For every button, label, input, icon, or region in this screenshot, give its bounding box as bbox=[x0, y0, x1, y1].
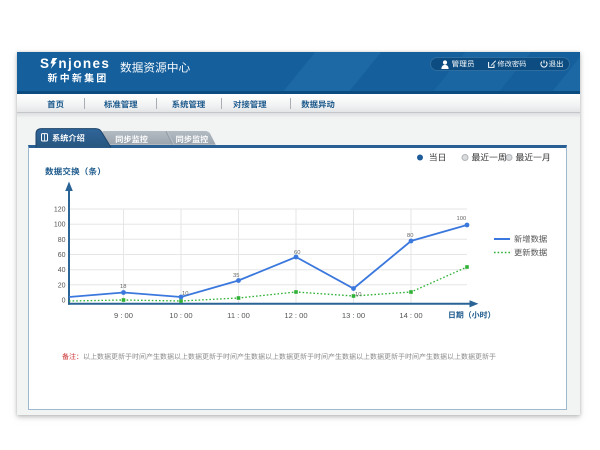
svg-text:10 : 00: 10 : 00 bbox=[169, 311, 192, 320]
svg-text:80: 80 bbox=[58, 237, 66, 244]
svg-text:35: 35 bbox=[233, 273, 239, 279]
svg-text:60: 60 bbox=[294, 250, 300, 256]
svg-text:40: 40 bbox=[58, 267, 66, 274]
svg-text:14 : 00: 14 : 00 bbox=[399, 311, 422, 320]
svg-text:100: 100 bbox=[457, 216, 467, 222]
svg-text:10: 10 bbox=[182, 291, 188, 297]
svg-text:10: 10 bbox=[355, 292, 361, 298]
svg-text:20: 20 bbox=[58, 282, 66, 289]
svg-text:12 : 00: 12 : 00 bbox=[284, 311, 307, 320]
svg-text:9 : 00: 9 : 00 bbox=[114, 311, 133, 320]
svg-text:0: 0 bbox=[62, 298, 66, 305]
svg-text:11 : 00: 11 : 00 bbox=[227, 311, 250, 320]
svg-text:13 : 00: 13 : 00 bbox=[342, 311, 365, 320]
svg-text:60: 60 bbox=[58, 252, 66, 259]
svg-text:100: 100 bbox=[54, 222, 66, 229]
svg-text:120: 120 bbox=[54, 207, 66, 214]
svg-text:18: 18 bbox=[120, 284, 126, 290]
svg-text:80: 80 bbox=[407, 233, 413, 239]
